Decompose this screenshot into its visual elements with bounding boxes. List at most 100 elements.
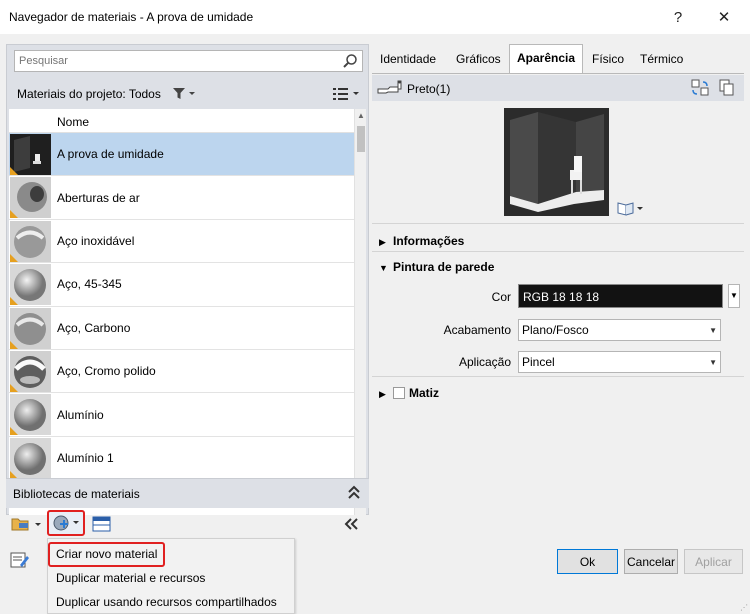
list-item[interactable]: A prova de umidade [9,133,354,177]
asset-actions [691,79,736,100]
material-thumbnail [10,307,51,349]
list-item-label: Alumínio [57,407,104,422]
cancel-button[interactable]: Cancelar [624,549,678,574]
material-thumbnail [10,394,51,436]
chevron-down-icon: ▼ [709,358,717,367]
list-item[interactable]: Aço, Cromo polido [9,350,354,394]
tab-divider [372,73,744,74]
tab-aparencia[interactable]: Aparência [509,44,584,74]
tab-identidade[interactable]: Identidade [373,46,443,72]
list-header: Nome [9,109,354,133]
list-item[interactable]: Aberturas de ar [9,176,354,220]
finish-select[interactable]: Plano/Fosco ▼ [518,319,721,341]
color-dropdown-icon[interactable]: ▼ [728,284,740,308]
material-thumbnail [10,134,51,175]
create-material-menu: Criar novo material Duplicar material e … [47,538,295,614]
material-thumbnail [10,437,51,479]
project-materials-bar: Materiais do projeto: Todos [7,81,368,107]
menu-item-duplicate-material-and-assets[interactable]: Duplicar material e recursos [56,571,205,585]
application-label: Aplicação [458,355,511,369]
apply-button[interactable]: Aplicar [684,549,743,574]
filter-icon[interactable] [172,87,196,104]
material-thumbnail [10,177,51,219]
list-item-label: Alumínio 1 [57,450,114,465]
list-item-label: A prova de umidade [57,147,164,162]
application-value: Pincel [522,355,555,369]
replace-asset-icon[interactable] [691,79,711,97]
duplicate-asset-icon[interactable] [718,79,736,97]
asset-name: Preto(1) [407,82,451,96]
color-swatch-field[interactable]: RGB 18 18 18 [518,284,723,308]
asset-hand-icon [376,79,404,100]
section-info[interactable]: ▶ Informações [379,234,464,248]
section-tint[interactable]: ▶ Matiz [379,386,439,400]
list-item-label: Aço inoxidável [57,233,135,248]
column-header-name[interactable]: Nome [57,115,89,129]
list-item-label: Aço, Carbono [57,320,131,335]
ok-button[interactable]: Ok [557,549,618,574]
list-scrollbar[interactable]: ▲ ▼ [354,109,366,515]
list-item-label: Aço, 45-345 [57,277,122,292]
materials-list: Nome A prova de umidade Aberturas de ar [9,109,366,515]
open-library-button[interactable] [10,512,44,536]
expand-up-icon[interactable] [347,484,361,503]
resize-grip-icon[interactable]: ⋰ [740,603,748,612]
library-folder-icon [11,518,41,531]
collapse-down-icon: ▼ [379,263,388,273]
search-box [14,50,363,72]
scroll-up-icon[interactable]: ▲ [356,111,366,123]
expand-right-icon: ▶ [379,389,386,399]
list-item-label: Aço, Cromo polido [57,364,156,379]
material-preview-image [504,108,609,216]
finish-label: Acabamento [443,323,511,337]
material-thumbnail [10,264,51,306]
help-button[interactable]: ? [660,4,696,30]
tab-termico[interactable]: Térmico [633,46,690,72]
list-item[interactable]: Alumínio 1 [9,437,354,481]
close-button[interactable]: ✕ [706,4,742,30]
expand-right-icon: ▶ [379,237,386,247]
tab-graficos[interactable]: Gráficos [449,46,508,72]
tab-fisico[interactable]: Físico [585,46,631,72]
collapse-left-icon[interactable] [343,512,359,536]
divider [372,376,744,377]
menu-item-create-new-material[interactable]: Criar novo material [56,547,157,561]
edit-properties-icon[interactable] [10,551,30,572]
scrollbar-thumb[interactable] [357,126,365,152]
list-rows: A prova de umidade Aberturas de ar Aço i… [9,133,354,481]
new-material-icon [53,515,79,531]
material-libraries-label: Bibliotecas de materiais [13,487,140,501]
section-wall-paint[interactable]: ▼ Pintura de parede [379,260,494,274]
material-editor-panel: Identidade Gráficos Aparência Físico Tér… [372,44,744,538]
list-view-icon[interactable] [332,86,360,105]
material-thumbnail [10,220,51,262]
finish-value: Plano/Fosco [522,323,589,337]
search-icon[interactable] [342,53,358,69]
menu-item-duplicate-shared-assets[interactable]: Duplicar usando recursos compartilhados [56,595,277,609]
list-item[interactable]: Aço, Carbono [9,307,354,350]
color-label: Cor [491,290,511,304]
asset-browser-icon [92,516,111,532]
dialog-body: Materiais do projeto: Todos Nome [0,34,750,614]
materials-panel: Materiais do projeto: Todos Nome [6,44,369,515]
divider [372,251,744,252]
window-title: Navegador de materiais - A prova de umid… [9,10,254,24]
chevron-down-icon: ▼ [709,326,717,335]
asset-browser-button[interactable] [92,512,112,536]
material-thumbnail [10,350,51,392]
divider [372,223,744,224]
title-bar: Navegador de materiais - A prova de umid… [0,0,750,34]
material-libraries-bar: Bibliotecas de materiais [6,478,369,508]
preview-options-icon[interactable] [616,200,644,219]
list-item[interactable]: Aço inoxidável [9,220,354,264]
project-materials-label: Materiais do projeto: Todos [17,87,161,101]
create-material-button[interactable] [47,510,85,536]
search-input[interactable] [15,51,335,71]
list-item-label: Aberturas de ar [57,190,140,205]
list-item[interactable]: Alumínio [9,393,354,437]
list-item[interactable]: Aço, 45-345 [9,263,354,307]
library-toolbar [6,510,369,538]
asset-bar: Preto(1) [372,75,744,101]
tint-checkbox[interactable] [393,387,405,399]
application-select[interactable]: Pincel ▼ [518,351,721,373]
